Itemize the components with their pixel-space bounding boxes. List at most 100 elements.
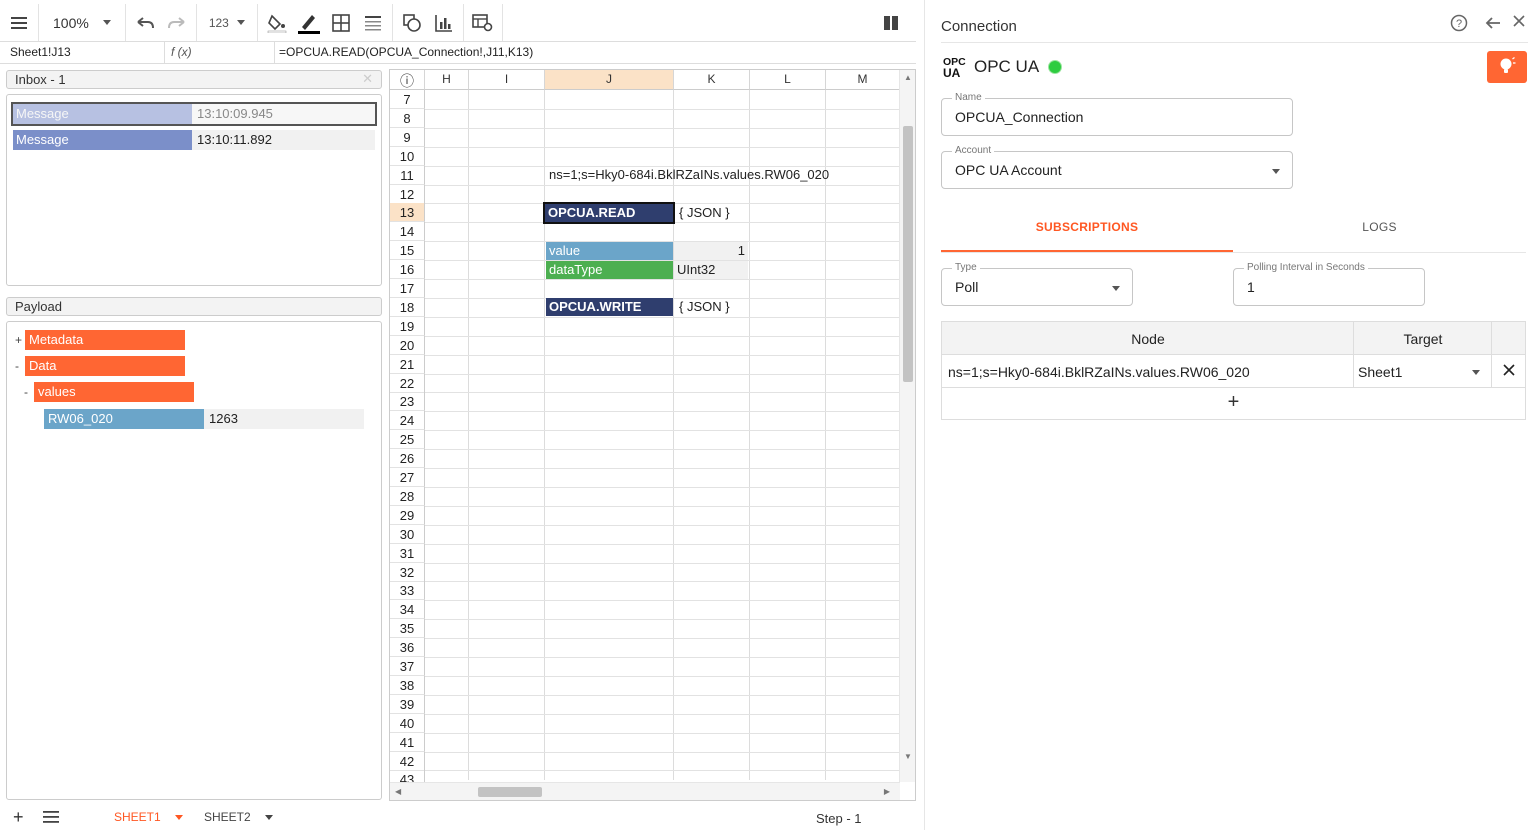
polling-interval-field[interactable]: Polling Interval in Seconds 1 (1233, 262, 1425, 306)
chevron-down-icon[interactable] (174, 814, 183, 820)
lightbulb-button[interactable] (1487, 51, 1527, 83)
row-header-17[interactable]: 17 (390, 279, 425, 298)
shapes-icon[interactable] (401, 12, 423, 34)
delete-row-button[interactable] (1492, 355, 1525, 388)
close-icon[interactable] (1509, 14, 1529, 34)
undo-icon[interactable] (134, 12, 156, 34)
row-header-31[interactable]: 31 (390, 543, 425, 563)
row-header-15[interactable]: 15 (390, 241, 425, 261)
row-header-16[interactable]: 16 (390, 260, 425, 280)
text-color-icon[interactable] (297, 12, 320, 34)
row-header-22[interactable]: 22 (390, 373, 425, 393)
row-header-24[interactable]: 24 (390, 411, 425, 431)
row-header-11[interactable]: 11 (390, 165, 425, 185)
redo-icon[interactable] (166, 12, 188, 34)
horizontal-scroll-thumb[interactable] (478, 787, 542, 797)
column-header-j[interactable]: J (545, 70, 674, 90)
cell-j18[interactable]: OPCUA.WRITE (546, 298, 673, 316)
row-header-14[interactable]: 14 (390, 222, 425, 242)
help-icon[interactable]: ? (1449, 14, 1469, 34)
row-header-12[interactable]: 12 (390, 184, 425, 204)
row-header-13[interactable]: 13 (390, 203, 425, 223)
spreadsheet-grid[interactable]: ⓘ HIJKLM 7 8 9 10 11 12 13 14 15 16 17 18 19 20 21 22 23… (389, 69, 916, 801)
cell-format-icon[interactable] (362, 12, 384, 34)
row-header-41[interactable]: 41 (390, 732, 425, 752)
column-header-l[interactable]: L (750, 70, 826, 90)
menu-icon[interactable] (8, 12, 30, 34)
sheet-tab-sheet2[interactable]: SHEET2 (204, 810, 273, 824)
panel-toggle-icon[interactable] (880, 12, 902, 34)
cell-reference[interactable]: Sheet1!J13 (0, 42, 165, 63)
cell-j11[interactable]: ns=1;s=Hky0-684i.BklRZaINs.values.RW06_0… (546, 166, 866, 184)
row-header-32[interactable]: 32 (390, 562, 425, 582)
tab-logs[interactable]: LOGS (1233, 220, 1526, 234)
vertical-scroll-thumb[interactable] (903, 126, 913, 382)
row-header-10[interactable]: 10 (390, 146, 425, 166)
add-sheet-icon[interactable]: + (13, 807, 24, 828)
zoom-select[interactable]: 100% (47, 15, 117, 31)
row-header-23[interactable]: 23 (390, 392, 425, 412)
sheet-tab-sheet1[interactable]: SHEET1 (114, 810, 183, 824)
row-header-38[interactable]: 38 (390, 675, 425, 695)
column-header-h[interactable]: H (425, 70, 469, 90)
cell-j16[interactable]: dataType (546, 261, 673, 279)
scroll-up-icon[interactable]: ▲ (904, 73, 912, 82)
row-header-20[interactable]: 20 (390, 335, 425, 355)
payload-node-metadata[interactable]: Metadata (25, 330, 185, 350)
row-header-34[interactable]: 34 (390, 600, 425, 620)
name-field[interactable]: Name OPCUA_Connection (941, 92, 1293, 136)
column-header-i[interactable]: I (469, 70, 545, 90)
row-header-21[interactable]: 21 (390, 354, 425, 374)
vertical-scrollbar[interactable]: ▲ ▼ (899, 70, 915, 782)
row-header-36[interactable]: 36 (390, 638, 425, 658)
row-header-27[interactable]: 27 (390, 468, 425, 487)
cell-j13[interactable]: OPCUA.READ (543, 202, 675, 224)
add-subscription-button[interactable]: + (942, 388, 1525, 420)
payload-node-values[interactable]: values (34, 382, 194, 402)
row-header-9[interactable]: 9 (390, 127, 425, 147)
close-icon[interactable]: ✕ (362, 71, 373, 87)
collapse-toggle[interactable]: - (24, 385, 28, 399)
fill-color-icon[interactable] (266, 12, 288, 34)
row-header-42[interactable]: 42 (390, 751, 425, 771)
table-settings-icon[interactable] (472, 12, 494, 34)
scroll-left-icon[interactable]: ◀ (395, 787, 401, 796)
scroll-down-icon[interactable]: ▼ (904, 752, 912, 761)
sheet-list-icon[interactable] (43, 810, 59, 827)
cell-k13[interactable]: { JSON } (676, 204, 750, 222)
borders-icon[interactable] (330, 12, 352, 34)
inbox-message[interactable]: Message 13:10:11.892 (13, 130, 375, 150)
number-format-select[interactable]: 123 (205, 16, 249, 30)
column-header-k[interactable]: K (674, 70, 750, 90)
cell-k15[interactable]: 1 (674, 242, 748, 260)
row-header-40[interactable]: 40 (390, 713, 425, 733)
horizontal-scrollbar[interactable]: ◀ ▶ (390, 782, 900, 800)
info-icon[interactable]: ⓘ (390, 70, 425, 90)
cell-j15[interactable]: value (546, 242, 673, 260)
row-header-39[interactable]: 39 (390, 694, 425, 714)
row-header-30[interactable]: 30 (390, 524, 425, 544)
chart-icon[interactable] (433, 12, 455, 34)
column-header-m[interactable]: M (826, 70, 900, 90)
payload-node-data[interactable]: Data (25, 356, 185, 376)
expand-toggle[interactable]: + (15, 333, 22, 347)
target-select[interactable]: Sheet1 (1354, 355, 1492, 388)
row-header-37[interactable]: 37 (390, 657, 425, 676)
tab-subscriptions[interactable]: SUBSCRIPTIONS (941, 220, 1233, 234)
chevron-down-icon[interactable] (264, 814, 273, 820)
row-header-28[interactable]: 28 (390, 486, 425, 506)
cell-k18[interactable]: { JSON } (676, 298, 750, 316)
account-select[interactable]: Account OPC UA Account (941, 145, 1293, 189)
row-header-35[interactable]: 35 (390, 619, 425, 639)
row-header-29[interactable]: 29 (390, 505, 425, 525)
table-cell-node[interactable]: ns=1;s=Hky0-684i.BklRZaINs.values.RW06_0… (942, 355, 1354, 388)
type-select[interactable]: Type Poll (941, 262, 1133, 306)
back-arrow-icon[interactable] (1483, 14, 1503, 34)
row-header-8[interactable]: 8 (390, 108, 425, 128)
row-header-19[interactable]: 19 (390, 316, 425, 336)
row-header-33[interactable]: 33 (390, 581, 425, 601)
formula-input[interactable]: =OPCUA.READ(OPCUA_Connection!,J11,K13) (275, 42, 916, 63)
row-header-26[interactable]: 26 (390, 449, 425, 469)
inbox-message[interactable]: Message 13:10:09.945 (11, 102, 377, 126)
row-header-25[interactable]: 25 (390, 430, 425, 450)
